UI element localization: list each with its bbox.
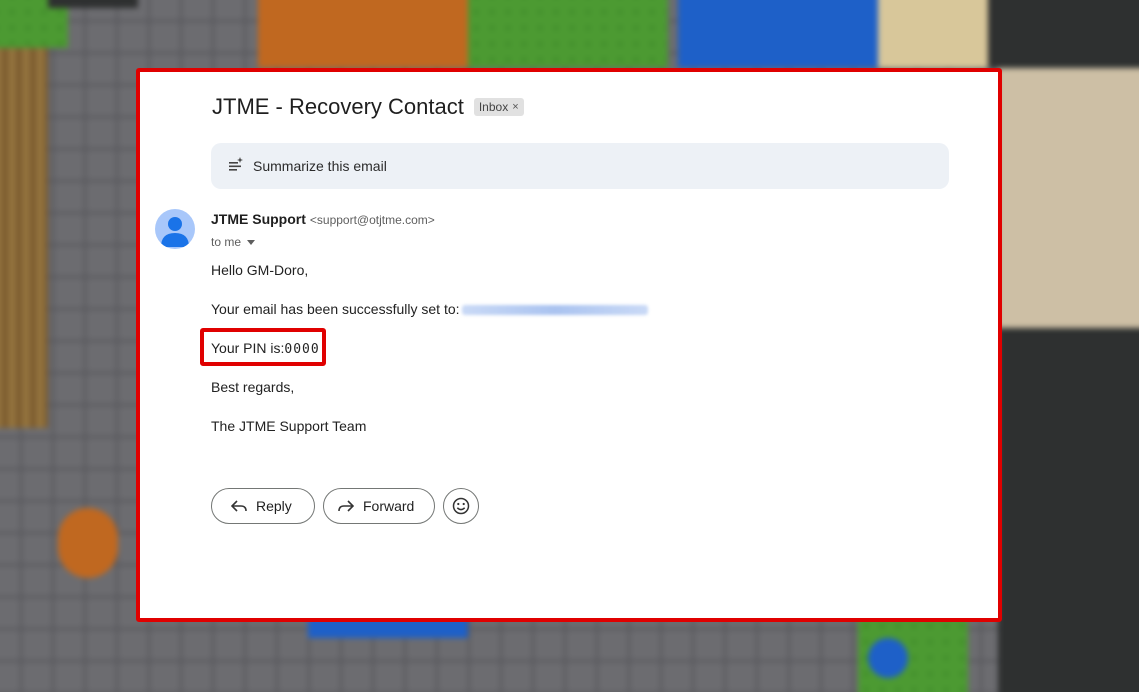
email-set-line: Your email has been successfully set to: xyxy=(211,301,648,317)
sender-email: <support@otjtme.com> xyxy=(309,213,435,227)
email-panel: JTME - Recovery Contact Inbox × Summariz… xyxy=(136,68,1002,622)
email-signature: The JTME Support Team xyxy=(211,418,367,434)
forward-arrow-icon xyxy=(338,500,354,512)
recipient-label: to me xyxy=(211,235,242,249)
sender-name[interactable]: JTME Support xyxy=(211,211,306,227)
subject-row: JTME - Recovery Contact Inbox × xyxy=(212,94,524,120)
person-icon xyxy=(161,217,189,247)
pin-label: Your PIN is: xyxy=(211,340,285,356)
recipient-details-toggle[interactable]: to me xyxy=(211,235,256,249)
caret-down-icon xyxy=(247,239,256,245)
email-set-text: Your email has been successfully set to: xyxy=(211,301,460,317)
pin-value: 0000 xyxy=(284,342,320,357)
summarize-email-button[interactable]: Summarize this email xyxy=(211,143,949,189)
inbox-label-chip[interactable]: Inbox × xyxy=(473,98,524,116)
sparkle-list-icon xyxy=(229,156,243,176)
reply-button[interactable]: Reply xyxy=(211,488,315,524)
reply-arrow-icon xyxy=(231,500,247,512)
reply-label: Reply xyxy=(256,498,292,514)
email-subject: JTME - Recovery Contact xyxy=(212,94,464,119)
forward-button[interactable]: Forward xyxy=(323,488,435,524)
remove-label-icon[interactable]: × xyxy=(512,101,518,113)
email-greeting: Hello GM-Doro, xyxy=(211,262,309,278)
summarize-label: Summarize this email xyxy=(253,158,387,174)
forward-label: Forward xyxy=(363,498,415,514)
redacted-email-link[interactable] xyxy=(461,305,648,316)
smiley-icon xyxy=(452,497,470,515)
sender-row: JTME Support <support@otjtme.com> xyxy=(211,211,435,227)
email-closing: Best regards, xyxy=(211,379,295,395)
inbox-label-text: Inbox xyxy=(478,100,509,114)
sender-avatar[interactable] xyxy=(155,209,195,249)
pin-line: Your PIN is:0000 xyxy=(211,340,320,357)
add-reaction-button[interactable] xyxy=(443,488,479,524)
